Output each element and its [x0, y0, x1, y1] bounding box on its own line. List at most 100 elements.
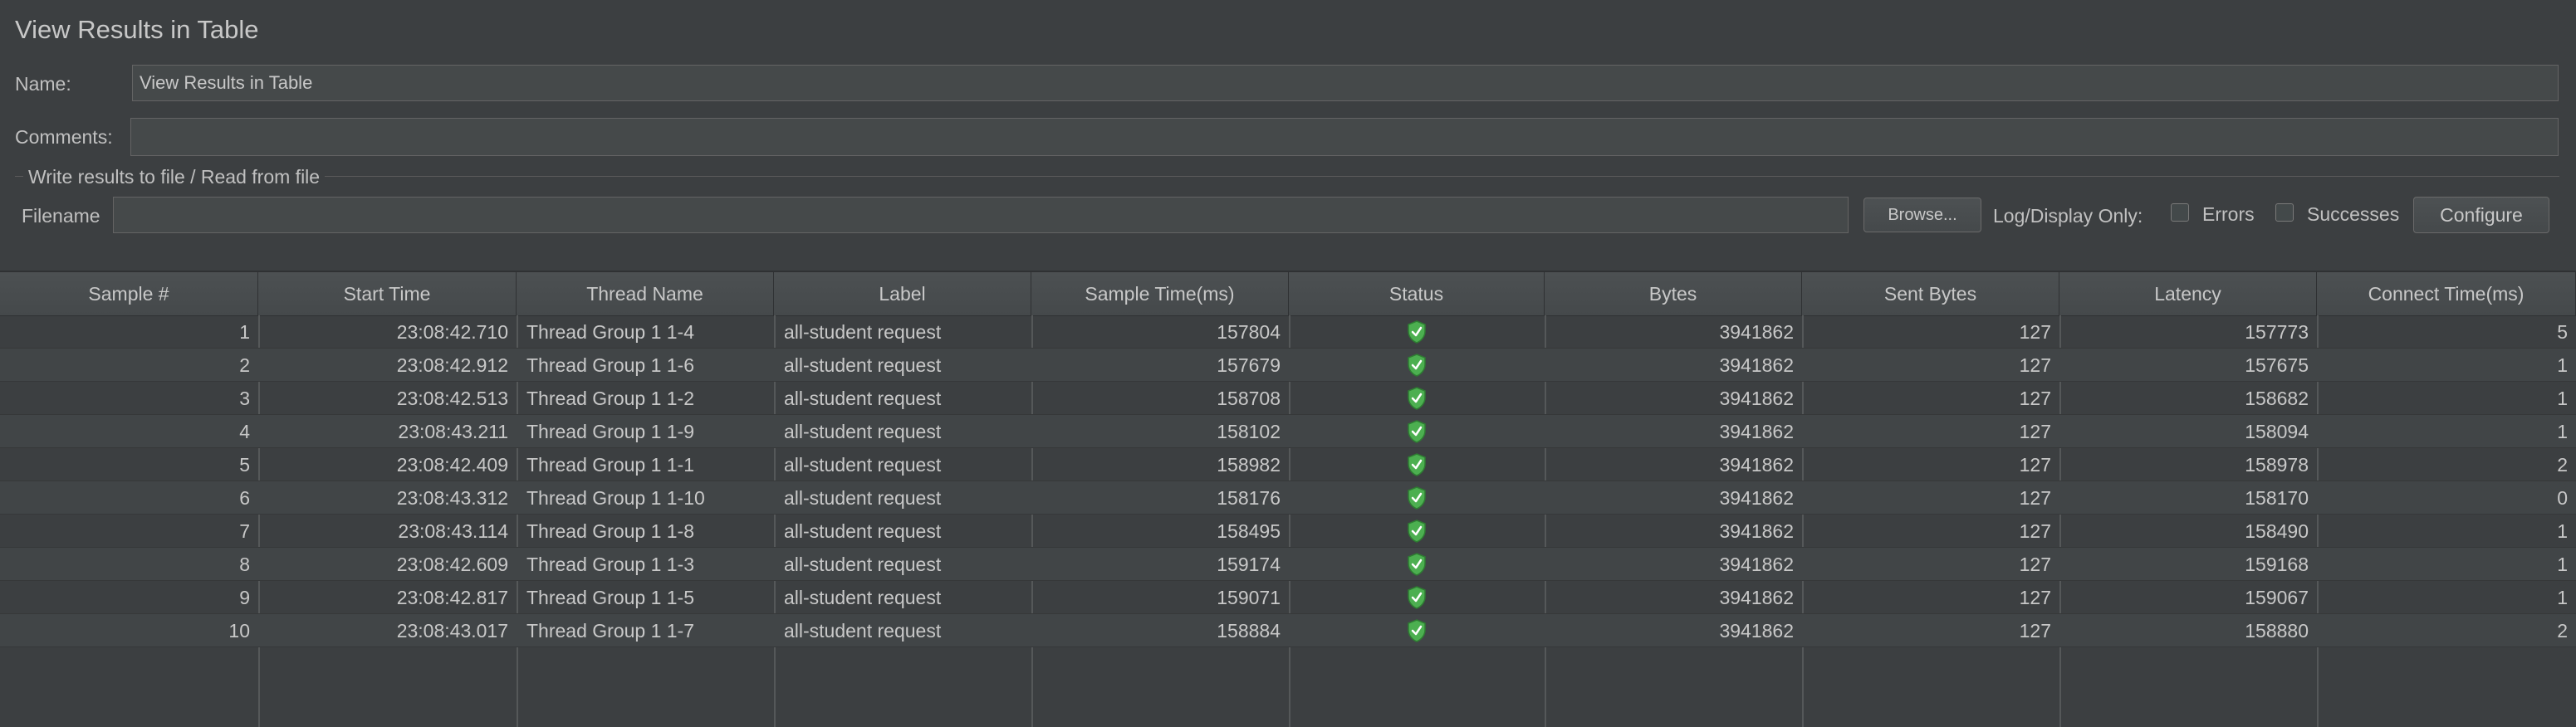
comments-field[interactable] [130, 118, 2559, 156]
cell-thread-name: Thread Group 1 1-7 [526, 619, 695, 642]
cell-bytes: 3941862 [1719, 619, 1794, 642]
table-row[interactable]: 5 23:08:42.409 Thread Group 1 1-1 all-stude… [0, 448, 2576, 481]
cell-bytes: 3941862 [1719, 586, 1794, 608]
cell-start-time: 23:08:42.609 [396, 553, 508, 575]
cell-start-time: 23:08:42.513 [396, 387, 508, 409]
configure-button[interactable]: Configure [2413, 197, 2549, 233]
cell-bytes: 3941862 [1719, 320, 1794, 343]
cell-connect-time: 1 [2557, 387, 2568, 409]
status-cell [1289, 581, 1545, 614]
file-group-separator [15, 176, 2559, 177]
filename-field[interactable] [113, 197, 1849, 233]
cell-sent-bytes: 127 [2019, 486, 2051, 509]
column-header-latency[interactable]: Latency [2059, 272, 2317, 315]
column-header-sample-number[interactable]: Sample # [0, 272, 258, 315]
column-header-status[interactable]: Status [1289, 272, 1545, 315]
cell-latency: 158682 [2245, 387, 2309, 409]
name-label: Name: [15, 73, 71, 95]
cell-sample-time: 159071 [1217, 586, 1281, 608]
success-shield-icon [1408, 486, 1426, 510]
cell-label: all-student request [784, 420, 942, 442]
cell-sample-number: 2 [239, 354, 250, 376]
success-shield-icon [1408, 420, 1426, 443]
success-shield-icon [1408, 387, 1426, 410]
cell-start-time: 23:08:43.211 [398, 420, 508, 442]
cell-sent-bytes: 127 [2019, 520, 2051, 542]
comments-label: Comments: [15, 126, 113, 148]
cell-thread-name: Thread Group 1 1-8 [526, 520, 695, 542]
cell-start-time: 23:08:42.912 [396, 354, 508, 376]
column-header-bytes[interactable]: Bytes [1545, 272, 1802, 315]
column-header-label[interactable]: Label [774, 272, 1031, 315]
cell-sent-bytes: 127 [2019, 586, 2051, 608]
status-cell [1289, 548, 1545, 581]
cell-sent-bytes: 127 [2019, 453, 2051, 476]
cell-bytes: 3941862 [1719, 486, 1794, 509]
column-header-connect-time[interactable]: Connect Time(ms) [2317, 272, 2576, 315]
cell-thread-name: Thread Group 1 1-3 [526, 553, 695, 575]
table-row[interactable]: 2 23:08:42.912 Thread Group 1 1-6 all-stude… [0, 349, 2576, 382]
cell-sample-time: 158102 [1217, 420, 1281, 442]
success-shield-icon [1408, 354, 1426, 377]
cell-label: all-student request [784, 453, 942, 476]
cell-bytes: 3941862 [1719, 453, 1794, 476]
errors-label: Errors [2202, 203, 2255, 225]
cell-latency: 158490 [2245, 520, 2309, 542]
cell-sent-bytes: 127 [2019, 420, 2051, 442]
cell-sample-number: 6 [239, 486, 250, 509]
cell-connect-time: 1 [2557, 520, 2568, 542]
panel-title: View Results in Table [15, 15, 259, 44]
column-header-sent-bytes[interactable]: Sent Bytes [1802, 272, 2059, 315]
cell-sample-number: 10 [228, 619, 250, 642]
success-shield-icon [1408, 586, 1426, 609]
name-field[interactable]: View Results in Table [132, 65, 2559, 101]
column-header-thread-name[interactable]: Thread Name [517, 272, 774, 315]
cell-start-time: 23:08:42.817 [396, 586, 508, 608]
table-row[interactable]: 1 23:08:42.710 Thread Group 1 1-4 all-stude… [0, 315, 2576, 349]
column-header-sample-time[interactable]: Sample Time(ms) [1031, 272, 1289, 315]
success-shield-icon [1408, 320, 1426, 344]
table-row[interactable]: 9 23:08:42.817 Thread Group 1 1-5 all-stude… [0, 581, 2576, 614]
cell-sample-number: 9 [239, 586, 250, 608]
status-cell [1289, 349, 1545, 382]
table-row[interactable]: 6 23:08:43.312 Thread Group 1 1-10 all-stud… [0, 481, 2576, 515]
log-display-only-label: Log/Display Only: [1993, 205, 2143, 227]
cell-start-time: 23:08:43.312 [396, 486, 508, 509]
cell-latency: 158880 [2245, 619, 2309, 642]
cell-latency: 158978 [2245, 453, 2309, 476]
cell-sample-time: 158708 [1217, 387, 1281, 409]
errors-checkbox[interactable] [2171, 203, 2189, 222]
success-shield-icon [1408, 553, 1426, 576]
status-cell [1289, 315, 1545, 349]
cell-thread-name: Thread Group 1 1-1 [526, 453, 695, 476]
cell-bytes: 3941862 [1719, 520, 1794, 542]
file-group-title: Write results to file / Read from file [23, 166, 326, 188]
cell-label: all-student request [784, 619, 942, 642]
table-row[interactable]: 3 23:08:42.513 Thread Group 1 1-2 all-stude… [0, 382, 2576, 415]
table-row[interactable]: 7 23:08:43.114 Thread Group 1 1-8 all-stude… [0, 515, 2576, 548]
success-shield-icon [1408, 453, 1426, 476]
cell-latency: 159168 [2245, 553, 2309, 575]
cell-sample-number: 3 [239, 387, 250, 409]
status-cell [1289, 614, 1545, 647]
success-shield-icon [1408, 520, 1426, 543]
status-cell [1289, 448, 1545, 481]
cell-sample-time: 157679 [1217, 354, 1281, 376]
cell-sample-number: 5 [239, 453, 250, 476]
table-row[interactable]: 4 23:08:43.211 Thread Group 1 1-9 all-stude… [0, 415, 2576, 448]
cell-sample-number: 7 [239, 520, 250, 542]
successes-checkbox[interactable] [2275, 203, 2294, 222]
results-table: Sample # Start Time Thread Name Label Sample… [0, 271, 2576, 727]
cell-sample-time: 158982 [1217, 453, 1281, 476]
cell-connect-time: 1 [2557, 420, 2568, 442]
cell-sample-number: 8 [239, 553, 250, 575]
cell-sent-bytes: 127 [2019, 320, 2051, 343]
cell-label: all-student request [784, 354, 942, 376]
table-row[interactable]: 8 23:08:42.609 Thread Group 1 1-3 all-stude… [0, 548, 2576, 581]
table-row[interactable]: 10 23:08:43.017 Thread Group 1 1-7 all-stud… [0, 614, 2576, 647]
cell-label: all-student request [784, 586, 942, 608]
browse-button[interactable]: Browse... [1863, 198, 1981, 232]
column-header-start-time[interactable]: Start Time [258, 272, 517, 315]
successes-label: Successes [2307, 203, 2400, 225]
cell-sample-time: 158884 [1217, 619, 1281, 642]
